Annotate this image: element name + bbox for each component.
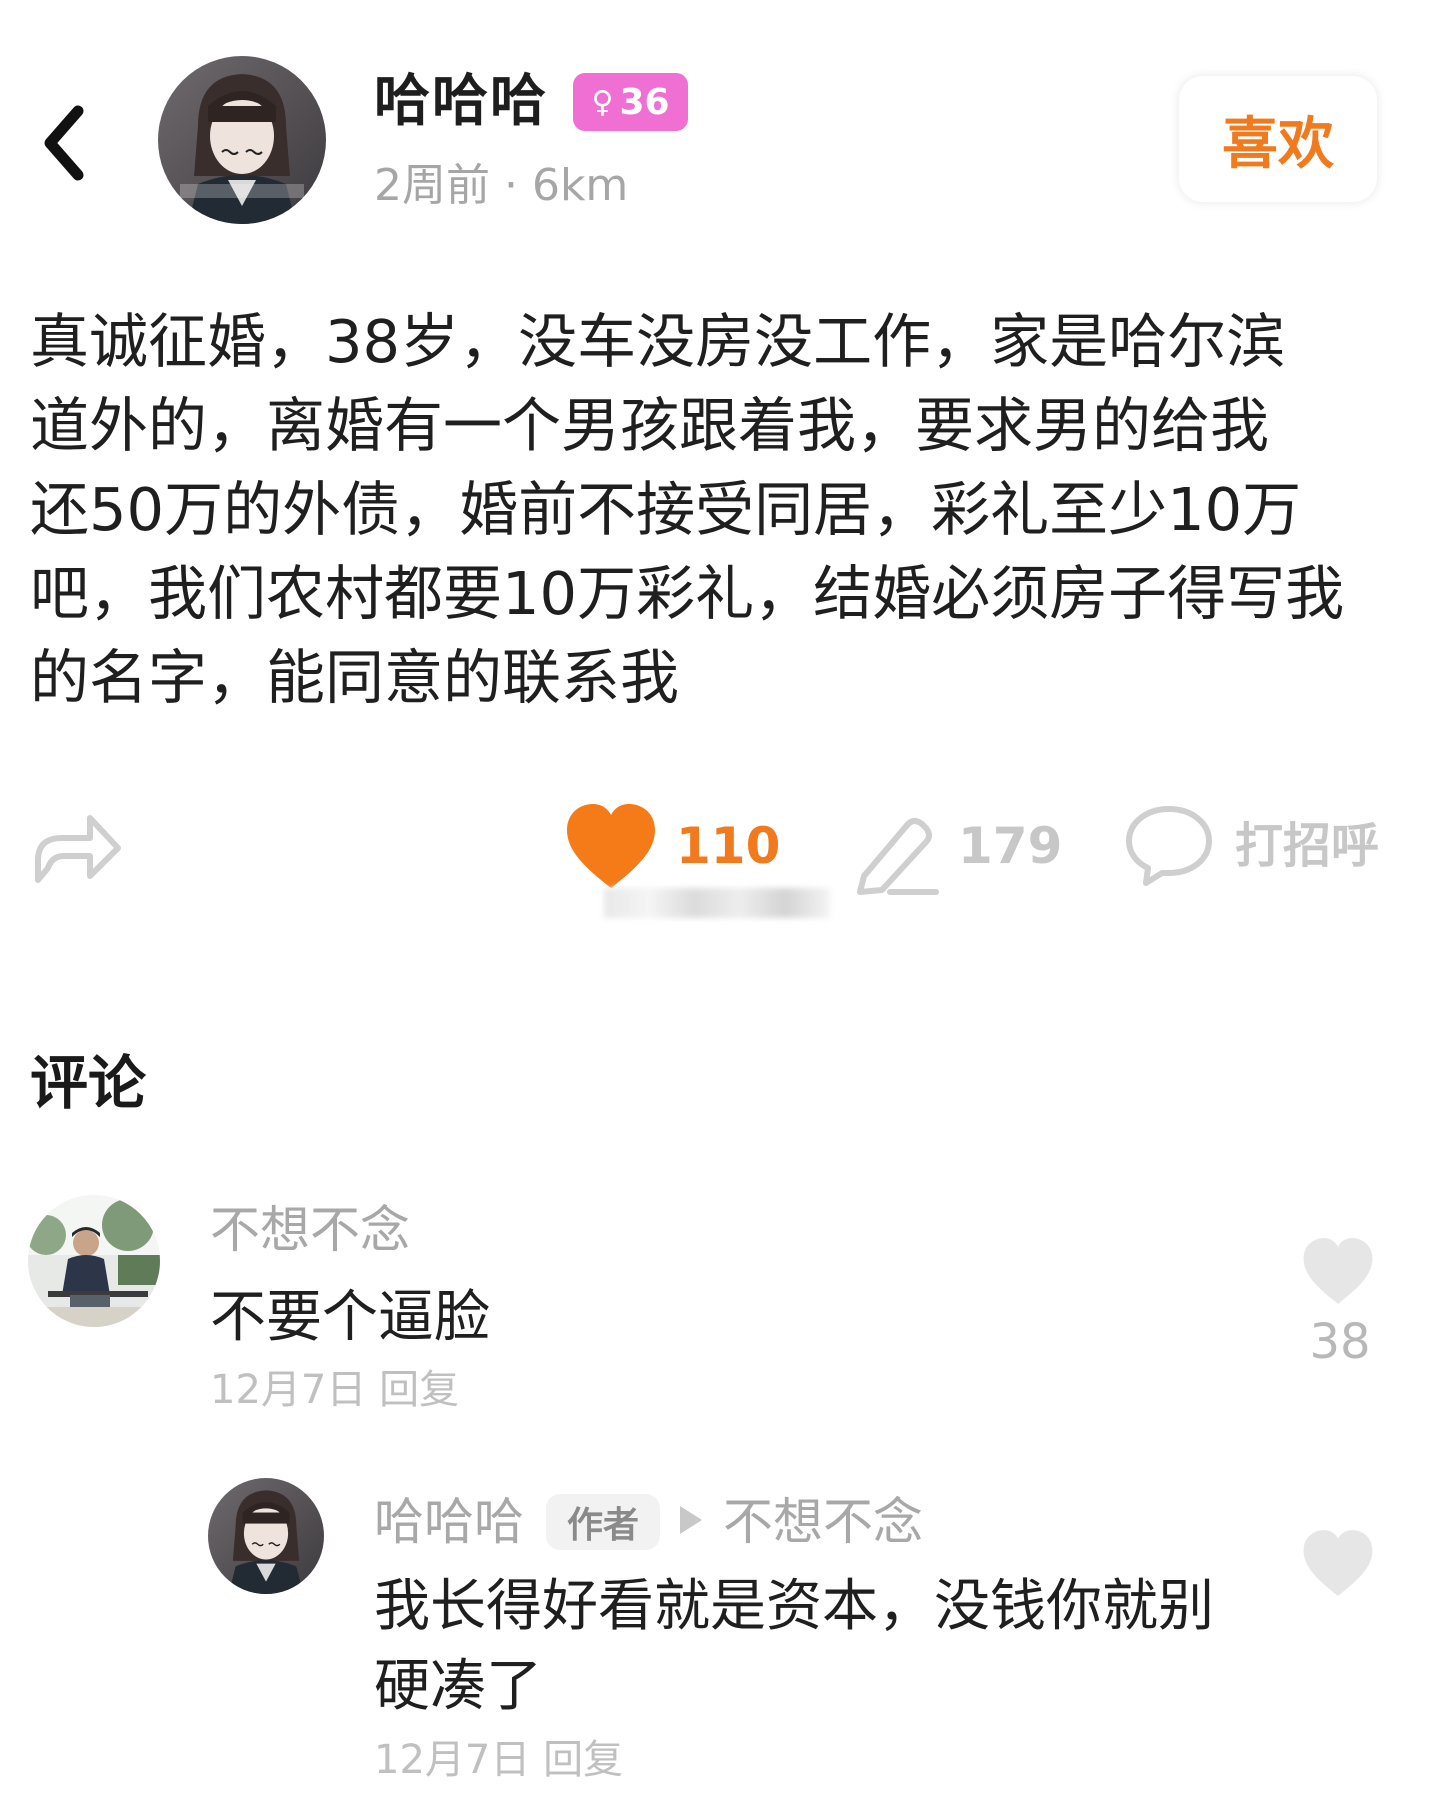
greet-button[interactable] [1124,803,1214,889]
post-line: 道外的，离婚有一个男孩跟着我，要求男的给我 [30,391,1270,460]
comment-likes-count: 38 [1309,1314,1371,1370]
comments-section-title: 评论 [30,1049,147,1117]
post-meta: 2周前 · 6km [374,160,629,211]
share-arrow-icon [35,815,121,883]
post-line: 还50万的外债，婚前不接受同居，彩礼至少10万 [30,475,1302,544]
reply-button[interactable]: 回复 [379,1367,459,1413]
reply-text: 我长得好看就是资本，没钱你就别 硬凑了 [374,1567,1274,1727]
like-user-button[interactable]: 喜欢 [1179,76,1377,202]
avatar-image [28,1195,160,1327]
pencil-icon [857,818,939,895]
reply-line: 硬凑了 [374,1654,542,1719]
reply-meta: 12月7日 回复 [374,1732,623,1788]
heart-icon [1303,1238,1373,1304]
reply-button[interactable]: 回复 [543,1737,623,1783]
post-line: 真诚征婚，38岁，没车没房没工作，家是哈尔滨 [30,307,1286,376]
heart-icon [567,804,655,888]
reply-target-username[interactable]: 不想不念 [723,1490,923,1554]
post-comments-count: 179 [958,817,1063,875]
post-line: 吧，我们农村都要10万彩礼，结婚必须房子得写我 [30,559,1345,628]
back-button[interactable] [30,95,100,190]
chevron-left-icon [44,105,84,180]
chat-bubble-icon [1126,806,1212,886]
author-avatar[interactable] [208,1478,324,1594]
gender-age-badge: ♀ 36 [573,73,688,131]
commenter-avatar[interactable] [28,1195,160,1327]
post-content: 真诚征婚，38岁，没车没房没工作，家是哈尔滨 道外的，离婚有一个男孩跟着我，要求… [30,300,1390,720]
reply-username[interactable]: 哈哈哈 [374,1490,524,1554]
like-reply-button[interactable] [1300,1527,1376,1599]
share-button[interactable] [30,800,125,890]
commenter-username[interactable]: 不想不念 [210,1198,410,1262]
comment-date: 12月7日 [210,1367,367,1413]
heart-icon [1303,1530,1373,1596]
reply-arrow-icon [678,1504,704,1536]
reply-line: 我长得好看就是资本，没钱你就别 [374,1574,1214,1639]
avatar-image [158,56,326,224]
greet-label[interactable]: 打招呼 [1235,815,1379,877]
comment-text: 不要个逼脸 [210,1285,490,1350]
comment-meta: 12月7日 回复 [210,1362,459,1418]
age-label: 36 [619,81,670,123]
poster-username[interactable]: 哈哈哈 [374,66,548,138]
comment-button[interactable] [850,806,942,898]
post-likes-count: 110 [676,817,781,875]
like-post-button[interactable] [563,800,659,892]
reply-date: 12月7日 [374,1737,531,1783]
post-line: 的名字，能同意的联系我 [30,643,680,712]
author-tag: 作者 [546,1494,660,1550]
female-icon: ♀ [591,84,614,120]
blurred-watermark [604,888,830,918]
like-comment-button[interactable] [1300,1235,1376,1307]
avatar-image [208,1478,324,1594]
poster-avatar[interactable] [158,56,326,224]
